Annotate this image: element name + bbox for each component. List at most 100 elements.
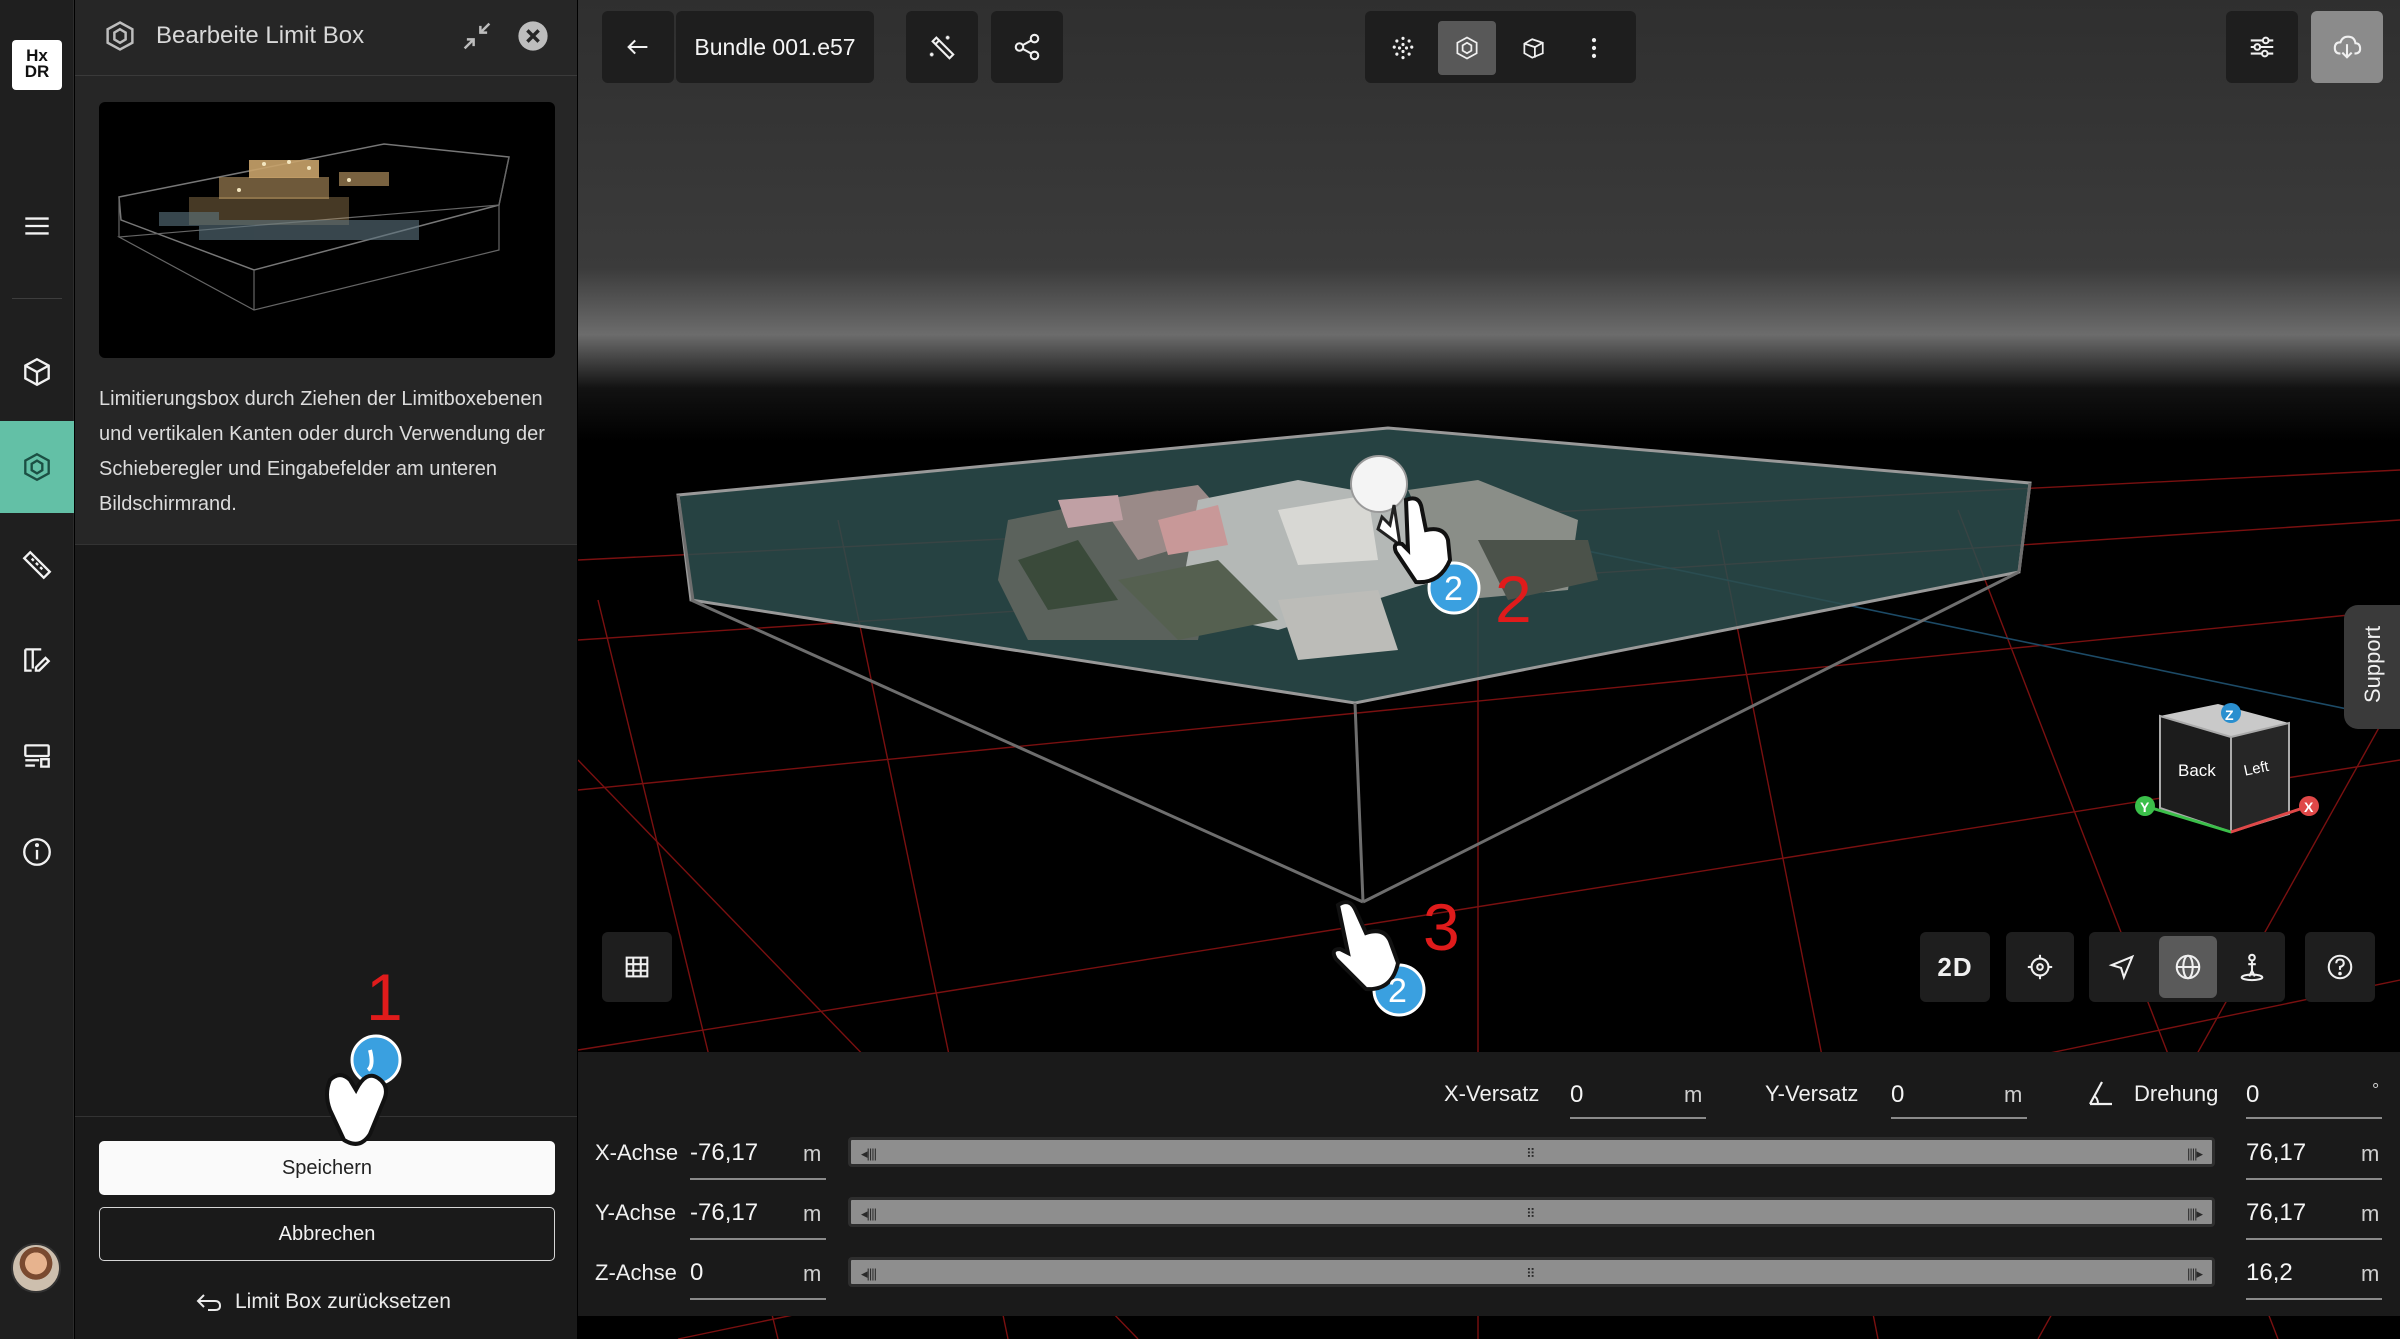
- y-axis-label: Y-Achse: [595, 1200, 677, 1225]
- x-offset-unit: m: [1684, 1082, 1703, 1107]
- layers-icon[interactable]: [0, 710, 74, 802]
- share-button[interactable]: [991, 11, 1063, 83]
- point-cloud-icon[interactable]: [1374, 21, 1432, 75]
- y-axis-range-slider[interactable]: ◂|||| ⠿ ||||▸: [848, 1197, 2215, 1227]
- rotation-angle-icon: [2089, 1081, 2112, 1106]
- navcube-x-label: X: [2304, 799, 2314, 815]
- file-title: Bundle 001.e57: [676, 11, 874, 83]
- annotation-step-3: 3 2: [1331, 890, 1460, 1017]
- z-slider-min-handle[interactable]: ◂||||: [861, 1266, 877, 1282]
- navigate-button[interactable]: [2089, 932, 2155, 1002]
- rotation-unit: °: [2372, 1080, 2380, 1100]
- x-axis-label: X-Achse: [595, 1140, 679, 1165]
- magic-wand-button[interactable]: [906, 11, 978, 83]
- z-axis-max-underline: [2246, 1298, 2382, 1300]
- x-axis-max-underline: [2246, 1178, 2382, 1180]
- y-axis-max-input[interactable]: 76,17: [2246, 1199, 2306, 1227]
- info-icon[interactable]: [0, 806, 74, 898]
- x-offset-underline: [1570, 1117, 1706, 1119]
- more-icon[interactable]: [1565, 21, 1623, 75]
- panel-description: Limitierungsbox durch Ziehen der Limitbo…: [99, 388, 545, 515]
- x-axis-min-underline: [690, 1178, 826, 1180]
- y-axis-min-input[interactable]: -76,17: [690, 1199, 758, 1227]
- navigation-cube[interactable]: Z Y X Back Left: [2135, 703, 2319, 834]
- collapse-icon[interactable]: [459, 18, 495, 54]
- hxdr-logo[interactable]: Hx DR: [12, 40, 62, 90]
- x-offset-input[interactable]: 0: [1570, 1081, 1583, 1109]
- settings-sliders-button[interactable]: [2226, 11, 2298, 83]
- walk-button[interactable]: [2221, 932, 2283, 1002]
- help-button[interactable]: [2305, 932, 2375, 1002]
- support-tab[interactable]: Support: [2344, 605, 2400, 729]
- annotation-step-1: 1: [325, 960, 403, 1146]
- z-slider-center-handle[interactable]: ⠿: [1526, 1266, 1535, 1282]
- panel-header: Bearbeite Limit Box: [75, 0, 577, 76]
- x-axis-min-unit: m: [803, 1141, 822, 1166]
- z-slider-max-handle[interactable]: ||||▸: [2187, 1266, 2203, 1282]
- reset-limit-box-button[interactable]: Limit Box zurücksetzen: [195, 1285, 451, 1319]
- rotation-input[interactable]: 0: [2246, 1081, 2259, 1109]
- limit-box-icon[interactable]: [0, 421, 74, 513]
- step-1-label: 1: [366, 960, 403, 1034]
- navcube-y-label: Y: [2140, 799, 2150, 815]
- x-axis-max-input[interactable]: 76,17: [2246, 1139, 2306, 1167]
- y-slider-center-handle[interactable]: ⠿: [1526, 1206, 1535, 1222]
- x-slider-min-handle[interactable]: ◂||||: [861, 1146, 877, 1162]
- 2d-view-button[interactable]: 2D: [1920, 932, 1990, 1002]
- z-axis-max-unit: m: [2361, 1261, 2380, 1286]
- orbit-button[interactable]: [2159, 936, 2217, 998]
- z-axis-range-slider[interactable]: ◂|||| ⠿ ||||▸: [848, 1257, 2215, 1287]
- rotation-label: Drehung: [2134, 1081, 2219, 1106]
- y-offset-label: Y-Versatz: [1765, 1081, 1859, 1106]
- step-2-label: 2: [1495, 562, 1532, 636]
- y-offset-input[interactable]: 0: [1891, 1081, 1904, 1109]
- rail-divider: [12, 298, 62, 299]
- z-axis-min-underline: [690, 1298, 826, 1300]
- cube-icon[interactable]: [0, 326, 74, 418]
- support-label: Support: [2360, 625, 2385, 703]
- y-slider-min-handle[interactable]: ◂||||: [861, 1206, 877, 1222]
- step-2-marker-label: 2: [1444, 570, 1463, 608]
- navcube-back-label[interactable]: Back: [2178, 761, 2216, 780]
- close-icon[interactable]: [515, 18, 551, 54]
- x-slider-max-handle[interactable]: ||||▸: [2187, 1146, 2203, 1162]
- edit-text-icon[interactable]: [0, 614, 74, 706]
- x-axis-range-slider[interactable]: ◂|||| ⠿ ||||▸: [848, 1137, 2215, 1167]
- person-pin-icon: [2240, 953, 2264, 982]
- ruler-icon[interactable]: [0, 519, 74, 611]
- menu-icon[interactable]: [0, 180, 74, 272]
- limit-box-header-icon: [102, 18, 138, 54]
- z-axis-min-unit: m: [803, 1261, 822, 1286]
- z-axis-label: Z-Achse: [595, 1260, 677, 1285]
- x-slider-center-handle[interactable]: ⠿: [1526, 1146, 1535, 1162]
- x-axis-min-input[interactable]: -76,17: [690, 1139, 758, 1167]
- cube-edit-icon[interactable]: [1505, 21, 1563, 75]
- locate-button[interactable]: [2006, 932, 2074, 1002]
- icon-rail: Hx DR: [0, 0, 74, 1339]
- cloud-download-button[interactable]: [2311, 11, 2383, 83]
- z-axis-min-input[interactable]: 0: [690, 1259, 703, 1287]
- y-offset-unit: m: [2004, 1082, 2023, 1107]
- grid-icon: [625, 956, 649, 978]
- grid-view-button[interactable]: [602, 932, 672, 1002]
- help-icon: [2327, 954, 2353, 980]
- file-title-label: Bundle 001.e57: [694, 33, 856, 60]
- cloud-download-icon: [2333, 35, 2362, 59]
- reset-limit-box-label: Limit Box zurücksetzen: [235, 1290, 451, 1313]
- share-icon: [1014, 33, 1040, 61]
- limit-box-view-icon[interactable]: [1438, 21, 1496, 75]
- step-3-marker-label: 2: [1388, 972, 1407, 1010]
- user-avatar[interactable]: [11, 1243, 61, 1293]
- y-axis-max-underline: [2246, 1238, 2382, 1240]
- crosshair-icon: [2027, 954, 2053, 980]
- arrow-left-icon: [627, 39, 648, 55]
- panel-title: Bearbeite Limit Box: [156, 22, 365, 49]
- cancel-button[interactable]: Abbrechen: [99, 1207, 555, 1261]
- view-mode-toolbar: [1365, 11, 1636, 83]
- y-axis-min-underline: [690, 1238, 826, 1240]
- back-button[interactable]: [602, 11, 674, 83]
- z-axis-max-input[interactable]: 16,2: [2246, 1259, 2293, 1287]
- y-slider-max-handle[interactable]: ||||▸: [2187, 1206, 2203, 1222]
- rotation-underline: [2246, 1117, 2382, 1119]
- step-3-label: 3: [1423, 890, 1460, 964]
